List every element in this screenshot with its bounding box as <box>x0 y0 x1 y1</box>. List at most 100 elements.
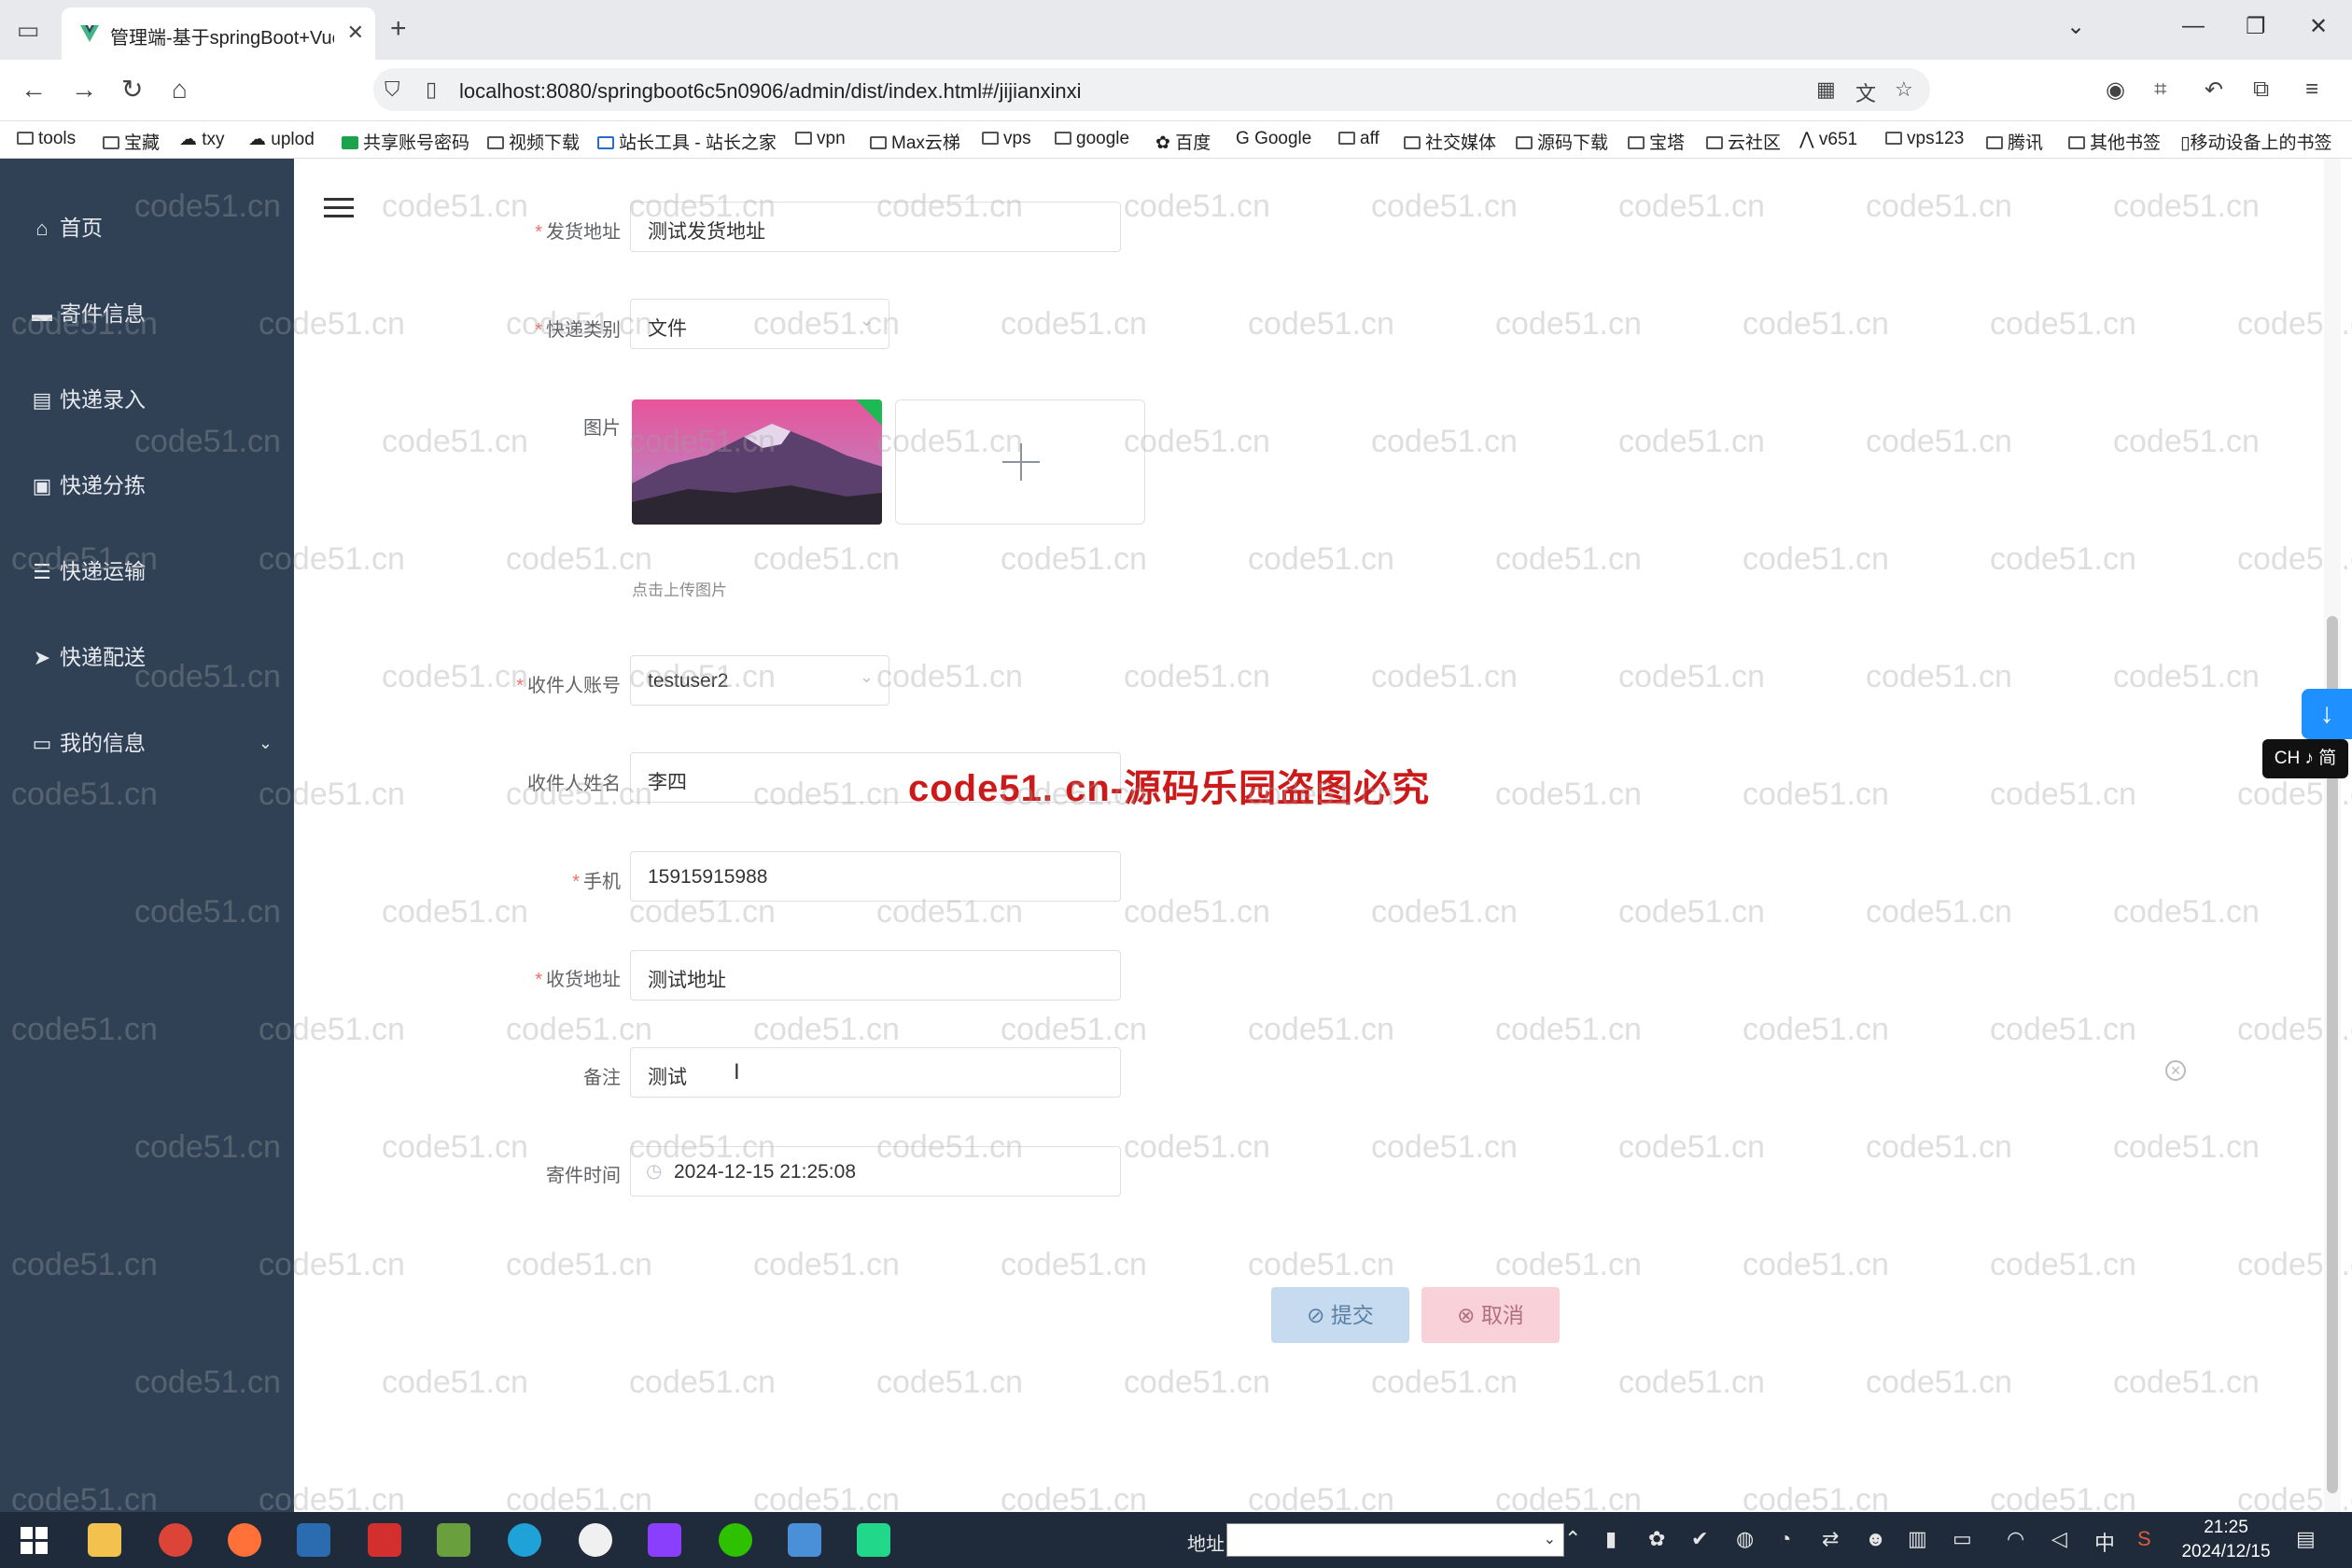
tab-close-icon[interactable]: ✕ <box>347 21 364 45</box>
wifi-icon[interactable]: ◠ <box>2007 1527 2024 1551</box>
edge-icon[interactable] <box>508 1523 541 1557</box>
tray-chart-icon[interactable]: ▥ <box>1908 1527 1927 1551</box>
restore-icon[interactable]: ❐ <box>2246 13 2266 40</box>
tray-settings-icon[interactable]: ⇄ <box>1822 1527 1839 1551</box>
download-arrow-icon[interactable]: ↓ <box>2302 689 2352 739</box>
bookmark-item[interactable]: G Google <box>1236 129 1311 149</box>
bookmark-item[interactable]: 其他书签 <box>2068 129 2161 154</box>
ime-indicator[interactable]: CH ♪ 简 <box>2262 739 2348 778</box>
bookmark-item[interactable]: 云社区 <box>1706 129 1781 154</box>
send-time-picker[interactable]: ◷ 2024-12-15 21:25:08 <box>630 1146 1121 1197</box>
bookmark-item[interactable]: aff <box>1338 129 1379 149</box>
tray-wechat-icon[interactable]: ◍ <box>1736 1527 1754 1551</box>
extensions-icon[interactable]: ⧉ <box>2253 77 2269 103</box>
qq-icon[interactable] <box>579 1523 612 1557</box>
sidebar-item-express-transport[interactable]: ☰ 快递运输 <box>30 553 273 590</box>
app-v-icon[interactable] <box>297 1523 330 1557</box>
tab-search-icon[interactable]: ⌄ <box>2066 13 2085 40</box>
receiver-name-label: 收件人姓名 <box>527 774 621 794</box>
bookmark-item[interactable]: ⋀ v651 <box>1799 129 1857 150</box>
taskbar-address-input[interactable]: ⌄ <box>1226 1523 1564 1557</box>
vertical-scrollbar[interactable] <box>2324 159 2341 1512</box>
star-icon[interactable]: ☆ <box>1895 77 1913 102</box>
bookmark-item[interactable]: tools <box>17 129 76 149</box>
bookmark-item[interactable]: vpn <box>795 129 846 149</box>
bookmark-item[interactable]: ☁ uplod <box>248 129 315 150</box>
bookmark-item[interactable]: Max云梯 <box>870 129 960 154</box>
crop-icon[interactable]: ⌗ <box>2154 77 2167 103</box>
image-label: 图片 <box>583 418 621 439</box>
uploaded-image[interactable] <box>632 399 882 525</box>
bookmark-item[interactable]: 源码下载 <box>1516 129 1608 154</box>
bookmark-item[interactable]: vps <box>982 129 1031 149</box>
tray-v-icon[interactable]: ✔ <box>1691 1527 1708 1551</box>
qr-code-icon[interactable]: ▦ <box>1816 77 1836 102</box>
tab-list-icon[interactable]: ▭ <box>13 15 43 45</box>
tray-sync-icon[interactable]: ◔ <box>1779 1527 1791 1551</box>
taskbar-clock[interactable]: 21:25 2024/12/15 <box>2175 1516 2277 1564</box>
home-icon[interactable]: ⌂ <box>172 76 188 104</box>
sender-address-input[interactable]: 测试发货地址 <box>630 202 1121 252</box>
account-icon[interactable]: ◉ <box>2106 77 2125 104</box>
tray-s-icon[interactable]: S <box>2137 1527 2151 1551</box>
browser-tab[interactable]: 管理端-基于springBoot+Vue的 ✕ <box>62 7 375 60</box>
menu-icon[interactable]: ≡ <box>2305 77 2318 103</box>
sidebar-item-express-sorting[interactable]: ▣ 快递分拣 <box>30 467 273 504</box>
translate-icon[interactable]: 文 <box>1855 77 1876 107</box>
phone-input[interactable]: 15915915988 <box>630 851 1121 902</box>
bookmark-item[interactable]: 社交媒体 <box>1404 129 1496 154</box>
notepad-icon[interactable] <box>437 1523 470 1557</box>
file-explorer-icon[interactable] <box>88 1523 121 1557</box>
bookmark-item[interactable]: 站长工具 - 站长之家 <box>597 129 777 154</box>
bookmark-item[interactable]: ☁ txy <box>179 129 225 150</box>
back-icon[interactable]: ← <box>21 76 47 104</box>
forward-icon[interactable]: → <box>71 76 97 104</box>
minimize-icon[interactable]: — <box>2182 13 2205 39</box>
close-window-icon[interactable]: ✕ <box>2309 13 2328 40</box>
reload-icon[interactable]: ↻ <box>121 76 143 104</box>
sidebar-item-my-info[interactable]: ▭ 我的信息 ⌄ <box>30 724 273 762</box>
chrome-icon[interactable] <box>159 1523 192 1557</box>
bookmark-item[interactable]: 宝塔 <box>1628 129 1685 154</box>
bookmark-item[interactable]: vps123 <box>1885 129 1964 149</box>
sidebar-item-express-delivery[interactable]: ➤ 快递配送 <box>30 638 273 676</box>
sidebar-item-shipping-info[interactable]: ▬ 寄件信息 <box>30 295 273 332</box>
image-upload-box[interactable] <box>895 399 1145 525</box>
firefox-icon[interactable] <box>228 1523 261 1557</box>
address-bar[interactable]: ⛉ ▯ localhost:8080/springboot6c5n0906/ad… <box>373 68 1930 111</box>
notification-icon[interactable]: ▤ <box>2296 1527 2316 1551</box>
bookmark-item[interactable]: 腾讯 <box>1986 129 2043 154</box>
ime-lang-indicator[interactable]: 中 <box>2094 1527 2115 1557</box>
submit-button[interactable]: ⊘ 提交 <box>1271 1287 1409 1343</box>
tray-app-icon[interactable]: ✿ <box>1648 1527 1665 1551</box>
wps-icon[interactable] <box>368 1523 401 1557</box>
clear-icon[interactable]: ✕ <box>2165 1060 2186 1081</box>
new-tab-icon[interactable]: + <box>390 13 407 45</box>
bookmark-item[interactable]: ✿ 百度 <box>1155 129 1211 154</box>
sidebar-item-home[interactable]: ⌂ 首页 <box>30 209 273 246</box>
intellij-icon[interactable] <box>648 1523 681 1557</box>
volume-icon[interactable]: ◁ <box>2051 1527 2067 1551</box>
bookmark-item[interactable]: 视频下载 <box>487 129 580 154</box>
bookmark-item[interactable]: 共享账号密码 <box>342 129 469 154</box>
microphone-icon[interactable]: ▮ <box>1605 1527 1617 1551</box>
refresh-icon[interactable]: ↻ <box>1525 1523 1544 1550</box>
cancel-button[interactable]: ⊗ 取消 <box>1421 1287 1560 1343</box>
wechat-icon[interactable] <box>719 1523 752 1557</box>
bookmark-item[interactable]: 宝藏 <box>103 129 160 154</box>
express-type-select[interactable]: 文件 ⌄ <box>630 299 889 349</box>
remark-input[interactable]: 测试 I <box>630 1047 1121 1098</box>
shield-icon[interactable]: ⛉ <box>385 77 400 102</box>
windows-start-icon[interactable] <box>21 1527 49 1555</box>
network-app-icon[interactable] <box>788 1523 821 1557</box>
tray-chevron-icon[interactable]: ⌃ <box>1564 1527 1581 1551</box>
battery-icon[interactable]: ▭ <box>1953 1527 1972 1551</box>
bookmark-item[interactable]: google <box>1055 129 1129 149</box>
pycharm-icon[interactable] <box>857 1523 890 1557</box>
bookmark-item[interactable]: ▯移动设备上的书签 <box>2180 129 2331 154</box>
sidebar-item-express-entry[interactable]: ▤ 快递录入 <box>30 381 273 418</box>
undo-icon[interactable]: ↶ <box>2205 77 2223 104</box>
receiver-address-input[interactable]: 测试地址 <box>630 950 1121 1001</box>
receiver-account-select[interactable]: testuser2 ⌄ <box>630 655 889 706</box>
tray-user-icon[interactable]: ☻ <box>1865 1527 1886 1551</box>
